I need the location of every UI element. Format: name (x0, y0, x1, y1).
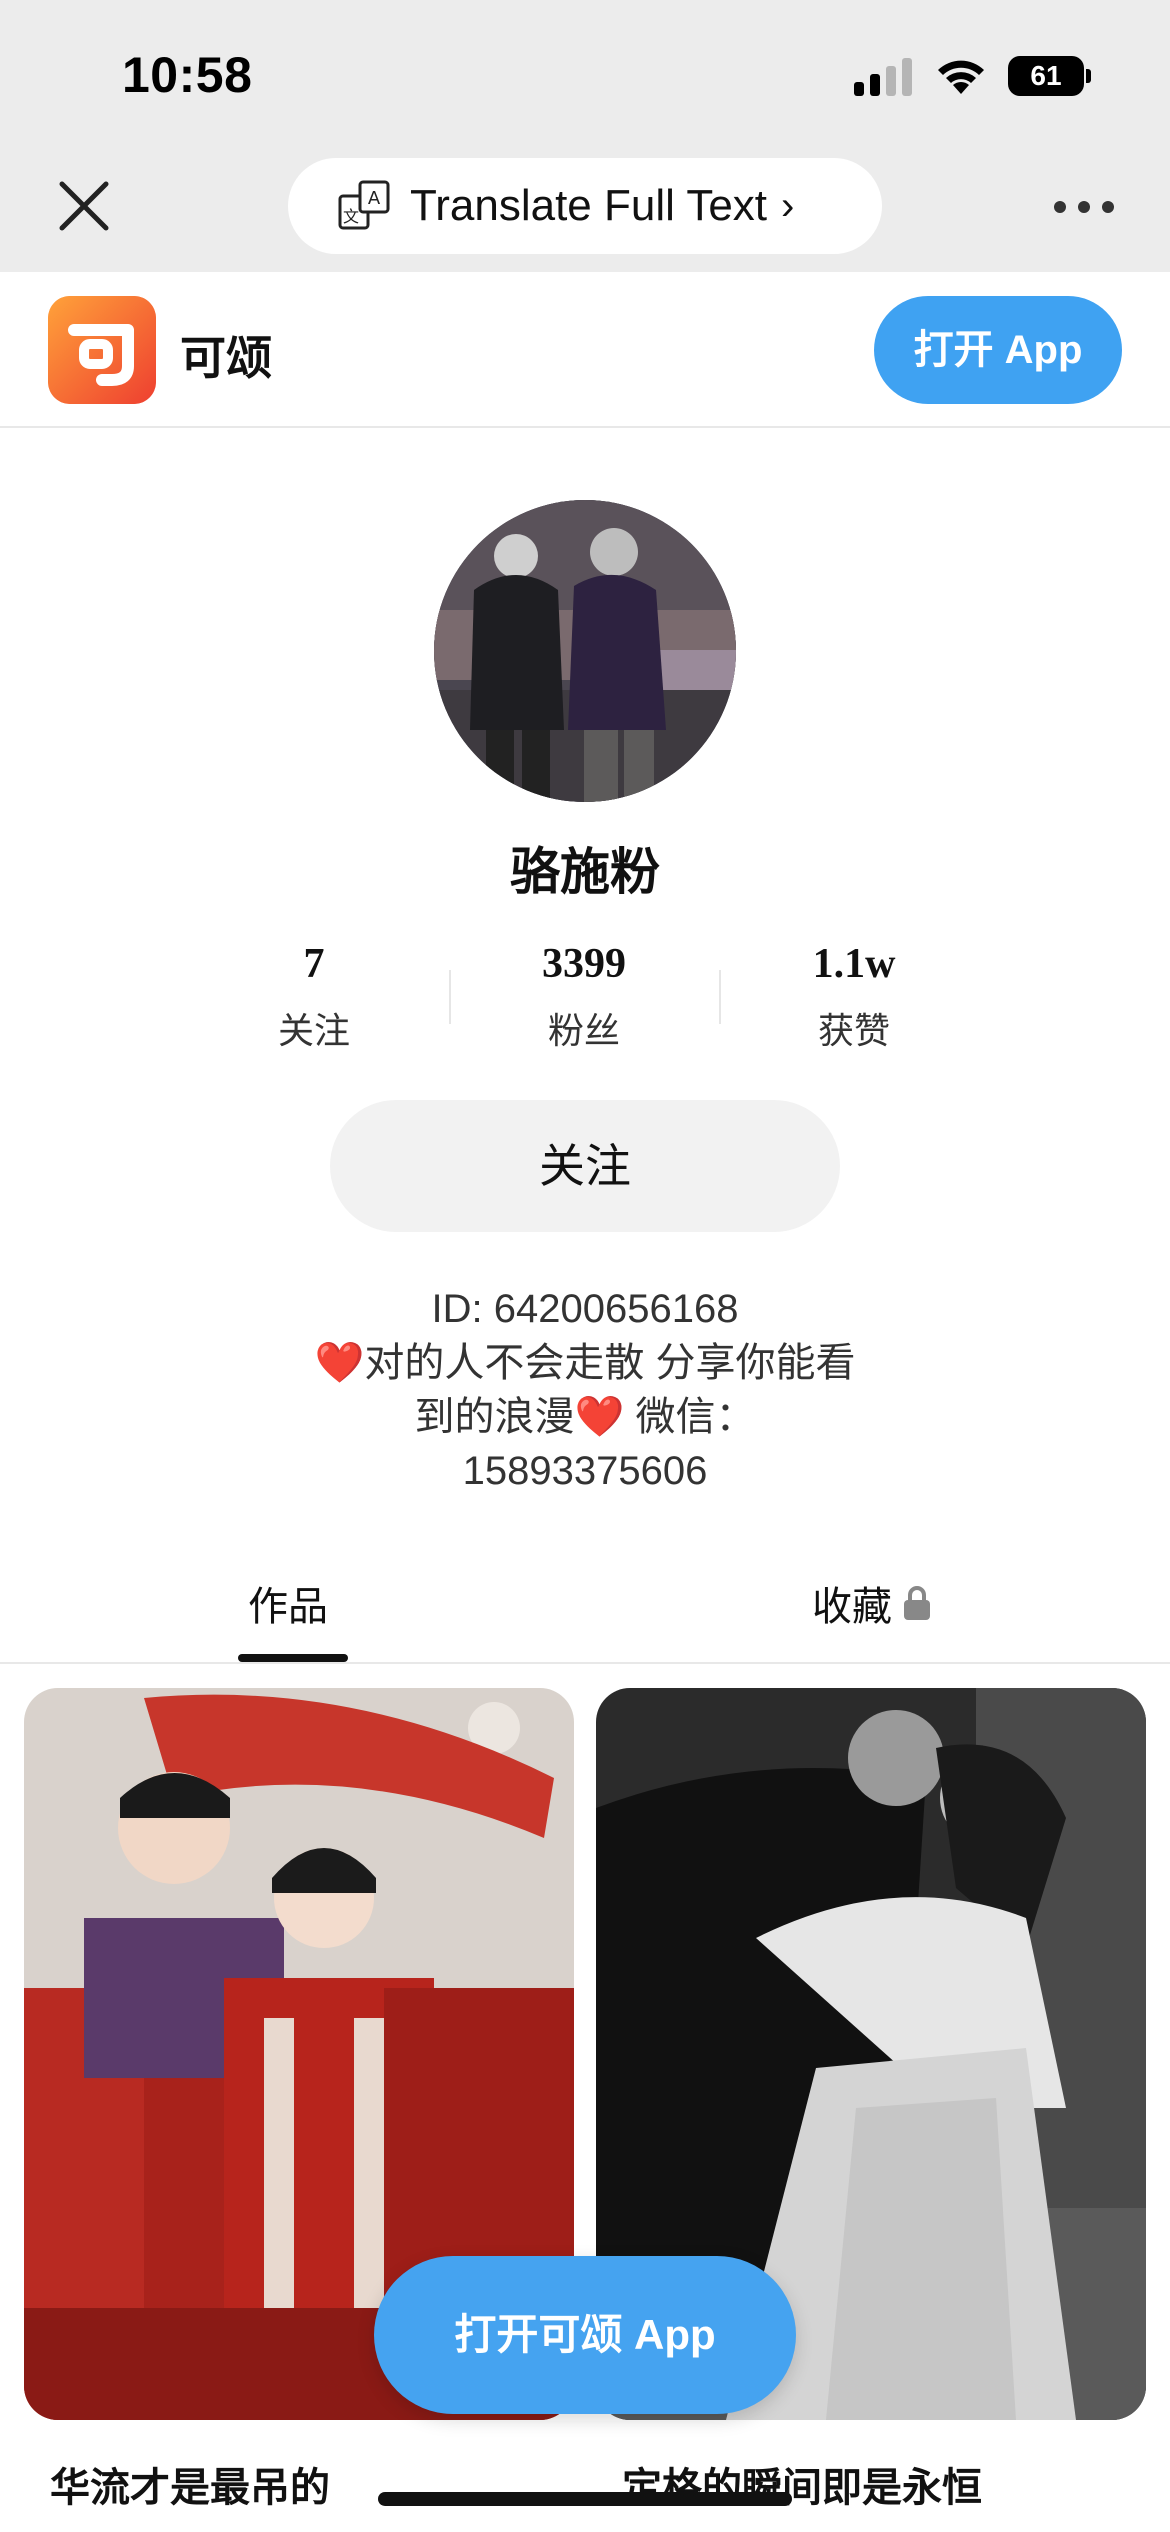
follow-button[interactable]: 关注 (330, 1100, 840, 1232)
stat-label: 获赞 (817, 1010, 890, 1051)
home-indicator (378, 2492, 792, 2506)
tab-favorites-label: 收藏 (812, 1585, 892, 1629)
stat-likes[interactable]: 1.1w 获赞 (744, 940, 964, 1054)
battery-icon: 61 (1008, 56, 1092, 96)
bio-id: ID: 64200656168 (431, 1287, 739, 1331)
svg-text:A: A (368, 188, 381, 209)
svg-text:文: 文 (343, 207, 359, 226)
translate-label: Translate Full Text (410, 181, 768, 230)
lock-icon (904, 1586, 930, 1620)
stat-value: 3399 (542, 941, 626, 987)
browser-chrome: 10:58 61 A 文 Translate Full Text › (0, 0, 1170, 272)
app-logo-icon[interactable] (48, 296, 156, 404)
app-header: 可颂 打开 App (0, 272, 1170, 428)
username: 骆施粉 (510, 844, 660, 900)
bio-line: 到的浪漫❤️ 微信： (414, 1395, 756, 1439)
more-icon[interactable] (1054, 196, 1114, 218)
status-time: 10:58 (122, 47, 253, 103)
stat-label: 粉丝 (547, 1010, 620, 1051)
stat-value: 1.1w (812, 941, 896, 987)
profile-bio: ID: 64200656168 ❤️对的人不会走散 分享你能看 到的浪漫❤️ 微… (260, 1282, 910, 1498)
active-tab-indicator (238, 1654, 348, 1662)
bio-phone: 15893375606 (462, 1449, 708, 1493)
open-app-button[interactable]: 打开 App (874, 296, 1122, 404)
stat-following[interactable]: 7 关注 (204, 940, 424, 1054)
divider (449, 970, 451, 1024)
cellular-signal-icon (854, 58, 912, 96)
app-name: 可颂 (180, 332, 272, 384)
tab-works[interactable]: 作品 (248, 1574, 328, 1632)
chevron-right-icon: › (781, 183, 795, 228)
stat-value: 7 (303, 941, 325, 987)
profile-stats: 7 关注 3399 粉丝 1.1w 获赞 (0, 940, 1170, 1060)
divider (719, 970, 721, 1024)
open-app-floating-button[interactable]: 打开可颂 App (374, 2256, 796, 2414)
close-icon[interactable] (56, 178, 112, 234)
translate-icon: A 文 (338, 180, 390, 230)
bio-line: ❤️对的人不会走散 分享你能看 (314, 1341, 856, 1385)
battery-level: 61 (1008, 56, 1084, 96)
wifi-icon (938, 60, 984, 94)
stat-label: 关注 (277, 1010, 350, 1051)
profile-tabs: 作品 收藏 (0, 1560, 1170, 1664)
stat-followers[interactable]: 3399 粉丝 (474, 940, 694, 1054)
tab-favorites[interactable]: 收藏 (812, 1574, 932, 1632)
avatar[interactable] (434, 500, 736, 802)
translate-full-text-button[interactable]: A 文 Translate Full Text › (288, 158, 882, 254)
